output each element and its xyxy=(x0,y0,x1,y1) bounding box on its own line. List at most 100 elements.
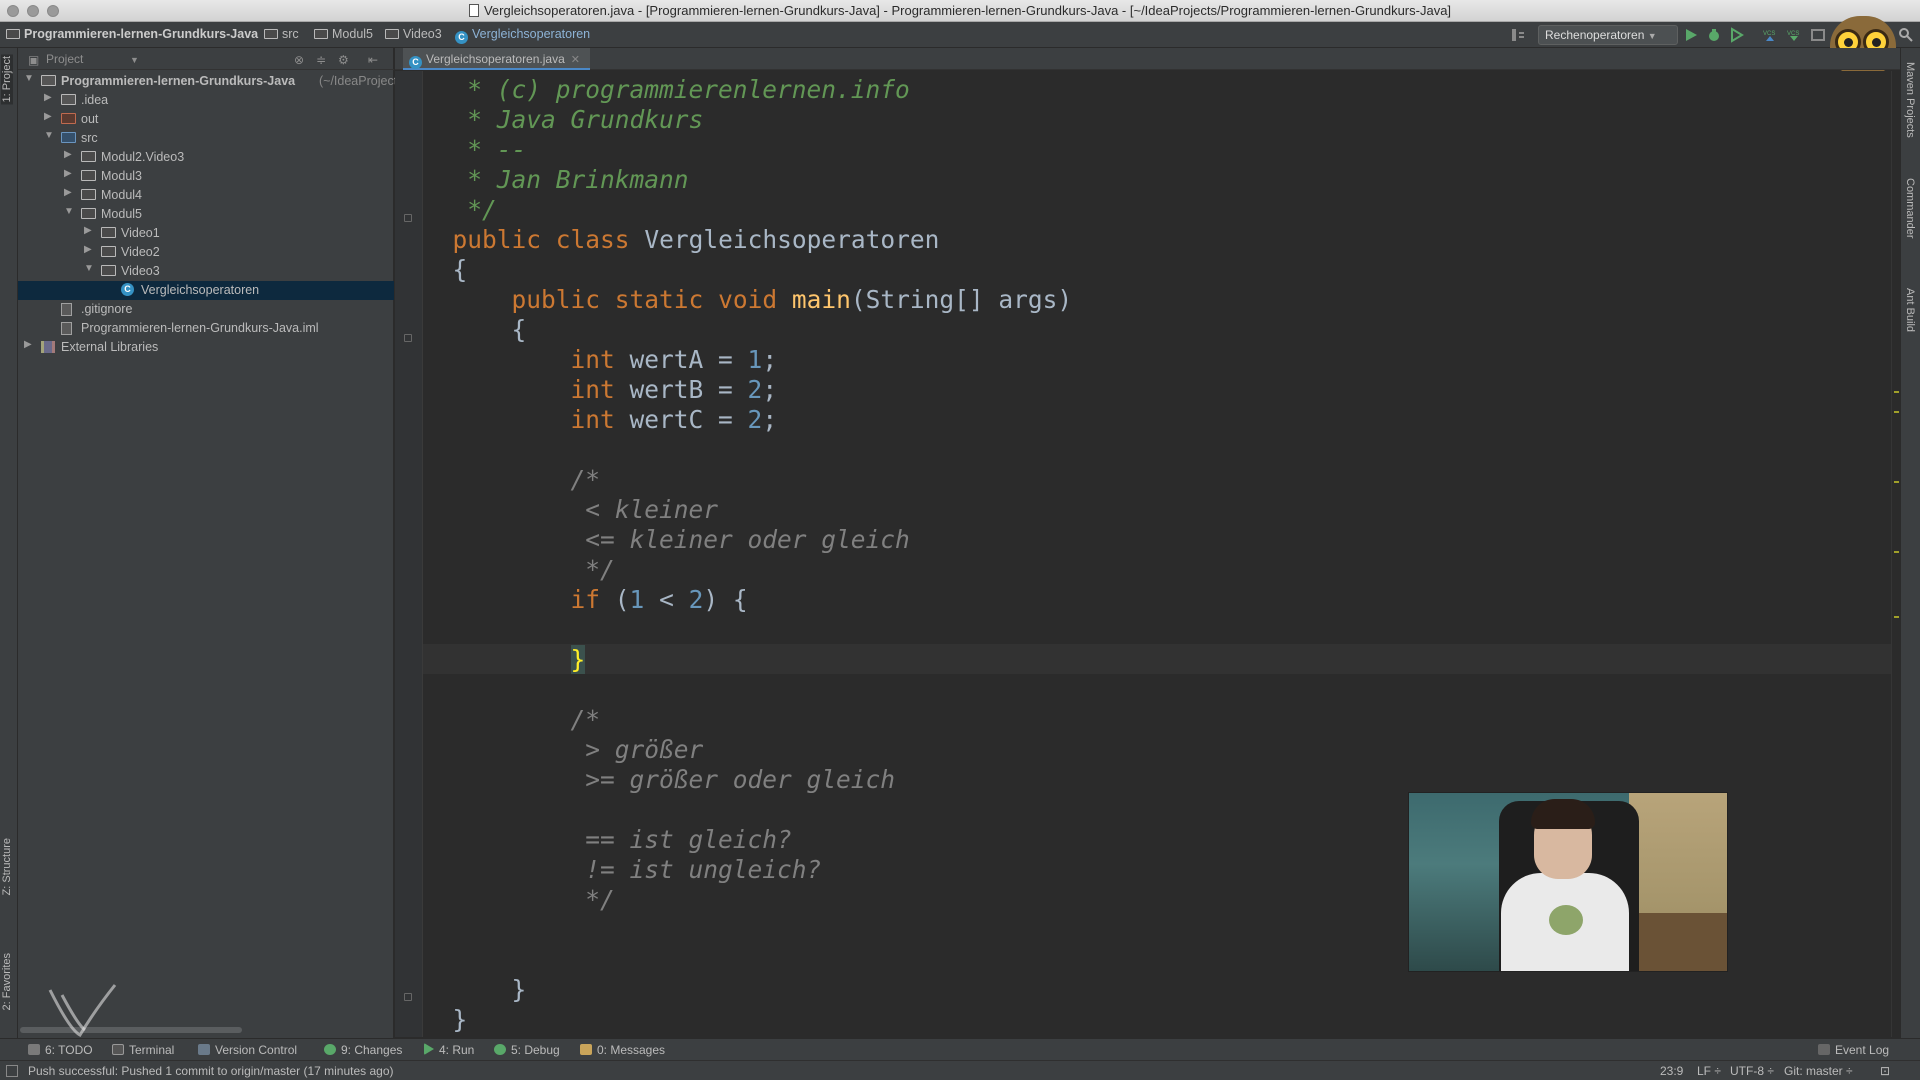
tree-item-video1[interactable]: ▶ Video1 xyxy=(18,224,394,243)
lock-icon[interactable]: ⊡ xyxy=(1880,1064,1890,1078)
tree-item-modul5[interactable]: ▼ Modul5 xyxy=(18,205,394,224)
collapsed-arrow-icon[interactable]: ▶ xyxy=(44,111,52,122)
vcs-update-icon[interactable]: VCS xyxy=(1762,27,1778,43)
tree-item-label: Vergleichsoperatoren xyxy=(141,283,260,297)
tree-item-programmieren-lernen-grundkurs-java-iml[interactable]: Programmieren-lernen-Grundkurs-Java.iml xyxy=(18,319,394,338)
debug-tool-button[interactable]: 5: Debug xyxy=(494,1043,560,1057)
warning-marker[interactable] xyxy=(1894,616,1899,618)
code-line: < kleiner xyxy=(423,495,719,524)
caret-position[interactable]: 23:9 xyxy=(1660,1064,1683,1078)
maven-projects-tool-button[interactable]: Maven Projects xyxy=(1904,62,1916,138)
debug-icon[interactable] xyxy=(1706,27,1722,43)
warning-marker[interactable] xyxy=(1894,391,1899,393)
tree-item-video2[interactable]: ▶ Video2 xyxy=(18,243,394,262)
tab-vergleichsoperatoren[interactable]: C Vergleichsoperatoren.java ✕ xyxy=(403,48,590,70)
tree-item-modul4[interactable]: ▶ Modul4 xyxy=(18,186,394,205)
collapsed-arrow-icon[interactable]: ▶ xyxy=(64,187,72,198)
folder-icon xyxy=(61,113,76,124)
tree-item-gitignore[interactable]: .gitignore xyxy=(18,300,394,319)
editor-vertical-scrollbar[interactable] xyxy=(1891,71,1900,1037)
tree-item-vergleichsoperatoren[interactable]: C Vergleichsoperatoren xyxy=(18,281,394,300)
run-configuration-select[interactable]: Rechenoperatoren ▼ xyxy=(1538,25,1678,45)
class-icon: C xyxy=(121,283,134,296)
version-control-tool-button[interactable]: Version Control xyxy=(198,1043,297,1057)
tree-item-src[interactable]: ▼ src xyxy=(18,129,394,148)
expanded-arrow-icon[interactable]: ▼ xyxy=(64,206,74,217)
collapsed-arrow-icon[interactable]: ▶ xyxy=(64,168,72,179)
close-tab-icon[interactable]: ✕ xyxy=(571,54,580,66)
changes-tool-button[interactable]: 9: Changes xyxy=(324,1043,402,1057)
collapsed-arrow-icon[interactable]: ▶ xyxy=(84,244,92,255)
collapsed-arrow-icon[interactable]: ▶ xyxy=(44,92,52,103)
version-control-icon xyxy=(198,1044,210,1055)
fold-marker-icon[interactable] xyxy=(404,993,412,1001)
hide-panel-icon[interactable]: ⇤ xyxy=(368,53,378,67)
structure-tool-button[interactable]: Z: Structure xyxy=(1,838,13,895)
expanded-arrow-icon[interactable]: ▼ xyxy=(84,263,94,274)
tree-item-label: Modul5 xyxy=(101,207,142,221)
ant-build-tool-button[interactable]: Ant Build xyxy=(1904,288,1916,332)
collapsed-arrow-icon[interactable]: ▶ xyxy=(24,339,32,350)
tree-item-out[interactable]: ▶ out xyxy=(18,110,394,129)
library-icon xyxy=(41,341,55,353)
chevron-down-icon[interactable]: ▼ xyxy=(130,55,139,65)
run-coverage-icon[interactable] xyxy=(1729,27,1745,43)
project-panel-header: ▣ Project ▼ ⊗ ≑ ⚙ ⇤ xyxy=(18,48,394,70)
collapsed-arrow-icon[interactable]: ▶ xyxy=(64,149,72,160)
tree-item-modul3[interactable]: ▶ Modul3 xyxy=(18,167,394,186)
encoding-select[interactable]: UTF-8 ÷ xyxy=(1730,1064,1774,1078)
breadcrumb-modul5[interactable]: Modul5 xyxy=(314,27,373,41)
code-line: * -- xyxy=(423,135,527,164)
code-line: public static void main(String[] args) xyxy=(511,285,1073,314)
code-line: /* xyxy=(423,705,601,734)
messages-tool-button[interactable]: 0: Messages xyxy=(580,1043,665,1057)
structure-icon[interactable] xyxy=(1510,27,1526,43)
terminal-tool-button[interactable]: Terminal xyxy=(112,1043,174,1057)
warning-marker[interactable] xyxy=(1894,551,1899,553)
tree-item-idea[interactable]: ▶ .idea xyxy=(18,91,394,110)
toggle-tool-windows-icon[interactable] xyxy=(6,1065,18,1077)
fold-marker-icon[interactable] xyxy=(404,334,412,342)
vcs-commit-icon[interactable]: VCS xyxy=(1786,27,1802,43)
todo-tool-button[interactable]: 6: TODO xyxy=(28,1043,93,1057)
commander-tool-button[interactable]: Commander xyxy=(1904,178,1916,239)
tree-item-modul2-video3[interactable]: ▶ Modul2.Video3 xyxy=(18,148,394,167)
breadcrumb-video3[interactable]: Video3 xyxy=(385,27,442,41)
code-line: /* xyxy=(423,465,601,494)
git-branch-select[interactable]: Git: master ÷ xyxy=(1784,1064,1853,1078)
event-log-button[interactable]: Event Log xyxy=(1818,1043,1889,1057)
expanded-arrow-icon[interactable]: ▼ xyxy=(24,73,34,84)
event-log-icon xyxy=(1818,1044,1830,1055)
project-tool-button[interactable]: 1: Project xyxy=(1,54,13,105)
watermark-logo xyxy=(48,984,117,1037)
fold-marker-icon[interactable] xyxy=(404,214,412,222)
code-line: int wertB = 2; xyxy=(570,375,778,404)
code-line: */ xyxy=(423,885,615,914)
status-message[interactable]: Push successful: Pushed 1 commit to orig… xyxy=(28,1064,394,1078)
tree-item-video3[interactable]: ▼ Video3 xyxy=(18,262,394,281)
tree-item-label: Programmieren-lernen-Grundkurs-Java xyxy=(61,74,296,88)
search-everywhere-icon[interactable] xyxy=(1898,27,1914,43)
tree-item-external-libraries[interactable]: ▶ External Libraries xyxy=(18,338,394,357)
breadcrumb-project[interactable]: Programmieren-lernen-Grundkurs-Java xyxy=(6,27,258,41)
settings-icon[interactable] xyxy=(1810,27,1826,43)
warning-marker[interactable] xyxy=(1894,411,1899,413)
line-separator-select[interactable]: LF ÷ xyxy=(1697,1064,1721,1078)
breadcrumb-class[interactable]: C Vergleichsoperatoren xyxy=(455,27,590,44)
tree-item-programmieren-lernen-grundkurs-java[interactable]: ▼Programmieren-lernen-Grundkurs-Java(~/I… xyxy=(18,72,629,91)
run-tool-button[interactable]: 4: Run xyxy=(424,1043,474,1057)
run-icon[interactable] xyxy=(1683,27,1699,43)
collapsed-arrow-icon[interactable]: ▶ xyxy=(84,225,92,236)
package-icon xyxy=(101,265,116,276)
package-icon xyxy=(81,151,96,162)
warning-marker[interactable] xyxy=(1894,481,1899,483)
scroll-from-source-icon[interactable]: ⊗ xyxy=(294,53,304,67)
breadcrumb-src[interactable]: src xyxy=(264,27,299,41)
gear-icon[interactable]: ⚙ xyxy=(338,53,349,67)
project-view-select[interactable]: Project xyxy=(46,52,83,66)
favorites-tool-button[interactable]: 2: Favorites xyxy=(1,953,13,1010)
collapse-all-icon[interactable]: ≑ xyxy=(316,53,326,67)
package-icon xyxy=(101,246,116,257)
expanded-arrow-icon[interactable]: ▼ xyxy=(44,130,54,141)
status-bar: Push successful: Pushed 1 commit to orig… xyxy=(0,1060,1920,1080)
